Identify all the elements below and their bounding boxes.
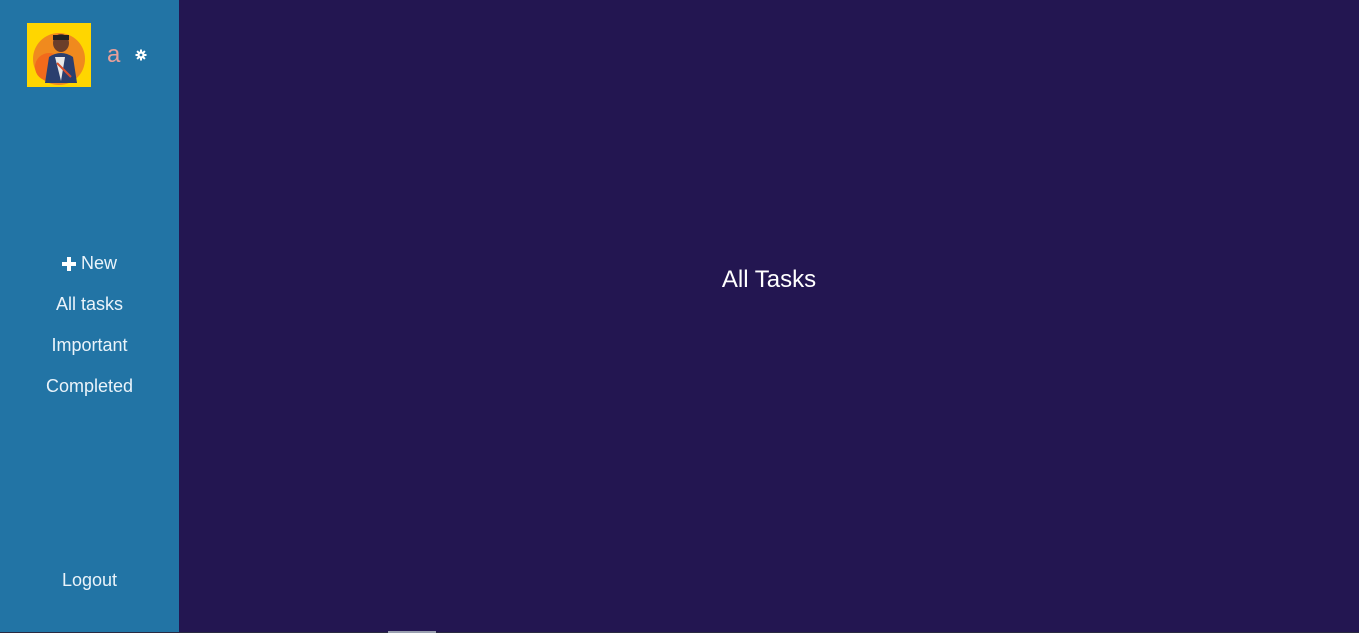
sidebar-item-new[interactable]: New [61,242,117,285]
app-window: a New All tasks Important Completed Logo… [0,0,1359,633]
sidebar-item-completed[interactable]: Completed [46,365,133,408]
sidebar: a New All tasks Important Completed Logo… [0,0,179,633]
sidebar-item-important[interactable]: Important [51,324,127,367]
avatar[interactable] [27,23,91,87]
logout-button[interactable]: Logout [0,570,179,591]
sidebar-item-label: New [80,253,117,273]
sidebar-item-label: Completed [45,376,134,396]
sidebar-nav: New All tasks Important Completed [0,244,179,408]
sidebar-item-label: Important [51,335,128,355]
user-avatar-photo-icon [27,23,91,87]
sidebar-item-label: All tasks [55,294,124,314]
plus-icon [61,256,76,271]
page-title: All Tasks [721,266,817,293]
gear-icon[interactable] [134,48,148,62]
main-content: All Tasks [179,0,1359,633]
profile-header: a [27,23,148,87]
sidebar-item-all-tasks[interactable]: All tasks [56,283,123,326]
username: a [107,41,121,68]
